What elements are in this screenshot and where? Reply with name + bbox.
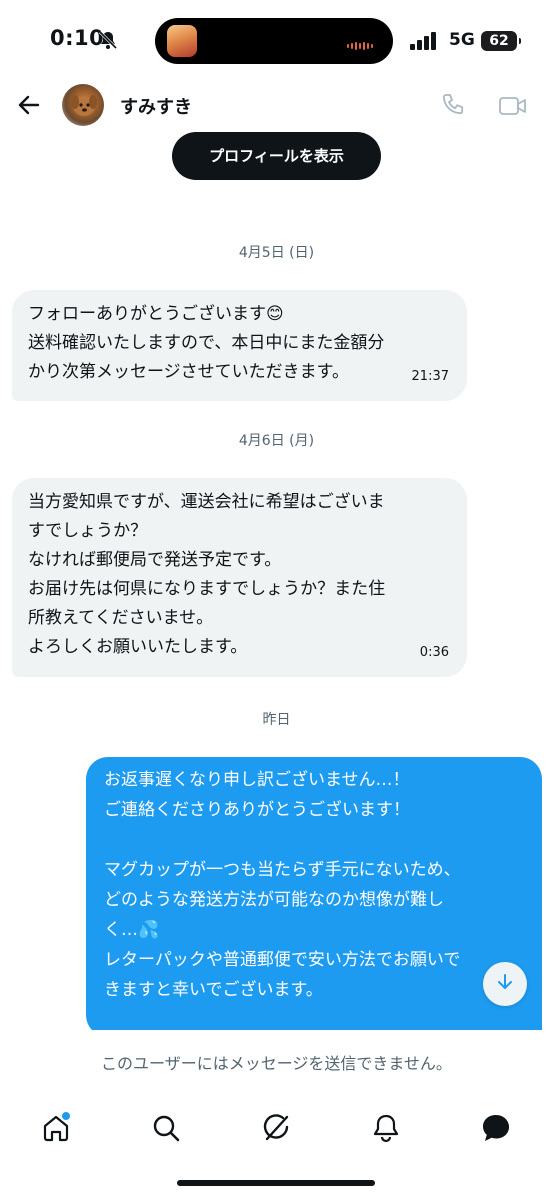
date-separator: 4月5日 (日) [238,245,315,261]
notifications-icon [371,1113,401,1147]
conversation-header: すみすき [0,80,553,132]
message-time: 0:36 [419,645,449,660]
nav-messages[interactable] [476,1110,516,1150]
arrow-down-icon [496,973,514,995]
date-separator: 4月6日 (月) [238,433,315,449]
incoming-message[interactable]: フォローありがとうございます😊 送料確認いたしますので、本日中にまた金額分 かり… [12,290,467,401]
home-indicator [177,1180,375,1186]
unread-dot [60,1110,72,1122]
network-type: 5G [449,30,475,50]
dm-restricted-notice: このユーザーにはメッセージを送信できません。 [101,1054,452,1073]
status-time: 0:10 [50,26,105,50]
scroll-to-bottom-button[interactable] [483,962,527,1006]
incoming-message[interactable]: 当方愛知県ですが、運送会社に希望はございま すでしょうか？ なければ郵便局で発送… [12,478,467,677]
bell-off-icon [98,30,118,54]
outgoing-message[interactable]: お返事遅くなり申し訳ございません…！ ご連絡くださりありがとうございます！ マグ… [86,757,542,1037]
back-arrow-icon[interactable] [16,92,42,122]
message-text: フォローありがとうございます😊 送料確認いたしますので、本日中にまた金額分 かり… [28,304,385,382]
conversation-username[interactable]: すみすき [120,93,192,119]
nav-search[interactable] [146,1110,186,1150]
audio-wave-icon [347,36,373,55]
phone-icon[interactable] [440,92,466,122]
now-playing-thumbnail [167,25,197,57]
view-profile-button[interactable]: プロフィールを表示 [172,132,381,180]
battery-indicator: 62 [481,31,521,51]
message-text: 当方愛知県ですが、運送会社に希望はございま すでしょうか？ なければ郵便局で発送… [28,492,386,657]
nav-grok[interactable] [256,1110,296,1150]
nav-notifications[interactable] [366,1110,406,1150]
message-time: 21:37 [411,369,449,384]
search-icon [151,1113,181,1147]
message-text: お返事遅くなり申し訳ございません…！ ご連絡くださりありがとうございます！ マグ… [104,770,461,1000]
video-icon[interactable] [498,94,528,122]
dm-restricted-bar: このユーザーにはメッセージを送信できません。 [0,1030,553,1096]
messages-icon [480,1112,512,1148]
bottom-navigation [0,1096,553,1200]
dynamic-island[interactable] [155,18,393,64]
grok-icon [261,1113,291,1147]
nav-home[interactable] [36,1110,76,1150]
date-separator: 昨日 [262,712,291,728]
status-bar: 0:10 5G 62 [0,0,553,80]
cell-signal-icon [410,32,438,54]
avatar[interactable] [62,84,104,126]
